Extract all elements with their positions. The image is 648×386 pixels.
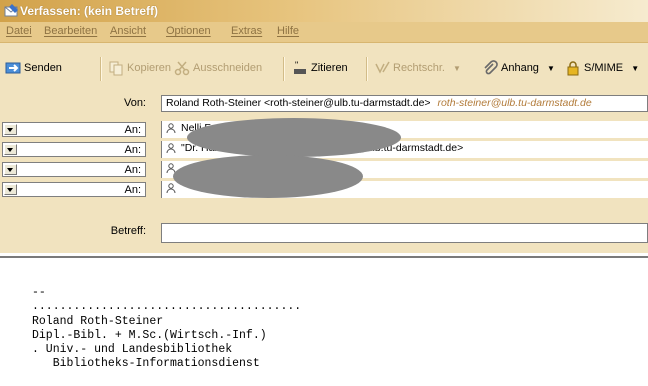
cut-button[interactable]: Ausschneiden <box>174 57 262 79</box>
redaction-blob <box>187 118 401 157</box>
recipient-type-dropdown[interactable]: An: <box>2 182 146 197</box>
attach-button[interactable]: Anhang ▼ <box>482 57 555 79</box>
message-body[interactable]: -- .....................................… <box>0 256 648 386</box>
recipient-type-dropdown[interactable]: An: <box>2 122 146 137</box>
chevron-down-icon[interactable]: ▼ <box>453 64 461 73</box>
toolbar-separator <box>283 57 285 81</box>
from-label: Von: <box>123 97 146 109</box>
svg-text:": " <box>295 60 298 70</box>
recipient-type-dropdown[interactable]: An: <box>2 142 146 157</box>
smime-button[interactable]: S/MIME ▼ <box>565 57 639 79</box>
title-bar: Verfassen: (kein Betreff) <box>0 0 648 22</box>
toolbar-separator <box>366 57 368 81</box>
subject-label: Betreff: <box>110 225 146 237</box>
quote-icon: " <box>294 60 306 75</box>
paperclip-icon <box>484 60 498 75</box>
spellcheck-icon <box>375 61 390 74</box>
menu-bearbeiten[interactable]: Bearbeiten <box>44 25 97 37</box>
quote-button[interactable]: " Zitieren <box>292 57 348 79</box>
from-field[interactable]: Roland Roth-Steiner <roth-steiner@ulb.tu… <box>161 95 648 112</box>
scissors-icon <box>174 61 190 76</box>
send-button[interactable]: Senden <box>5 57 62 79</box>
message-headers: Von: Roland Roth-Steiner <roth-steiner@u… <box>0 93 648 253</box>
dropdown-arrow-icon[interactable] <box>4 144 17 155</box>
subject-field[interactable] <box>161 223 648 243</box>
menu-ansicht[interactable]: Ansicht <box>110 25 146 37</box>
copy-icon <box>109 61 123 76</box>
menu-bar: Datei Bearbeiten Ansicht Optionen Extras… <box>0 22 648 43</box>
chevron-down-icon[interactable]: ▼ <box>547 64 555 73</box>
person-icon <box>166 183 176 194</box>
from-hint: roth-steiner@ulb.tu-darmstadt.de <box>437 97 592 109</box>
dropdown-arrow-icon[interactable] <box>4 184 17 195</box>
compose-window-icon <box>4 4 18 17</box>
window-title: Verfassen: (kein Betreff) <box>20 4 159 18</box>
toolbar-separator <box>100 57 102 81</box>
signature-text: -- .....................................… <box>32 286 302 371</box>
dropdown-arrow-icon[interactable] <box>4 124 17 135</box>
spellcheck-button[interactable]: Rechtschr. ▼ <box>374 57 461 79</box>
dropdown-arrow-icon[interactable] <box>4 164 17 175</box>
menu-extras[interactable]: Extras <box>231 25 262 37</box>
toolbar: Senden Kopieren Ausschneiden " Zitieren … <box>0 43 648 100</box>
copy-button[interactable]: Kopieren <box>108 57 171 79</box>
menu-datei[interactable]: Datei <box>6 25 32 37</box>
recipient-type-dropdown[interactable]: An: <box>2 162 146 177</box>
redaction-blob <box>173 155 363 198</box>
person-icon <box>166 123 176 134</box>
menu-hilfe[interactable]: Hilfe <box>277 25 299 37</box>
chevron-down-icon[interactable]: ▼ <box>631 64 639 73</box>
menu-optionen[interactable]: Optionen <box>166 25 211 37</box>
person-icon <box>166 143 176 154</box>
lock-icon <box>567 61 579 76</box>
send-icon <box>5 62 21 74</box>
